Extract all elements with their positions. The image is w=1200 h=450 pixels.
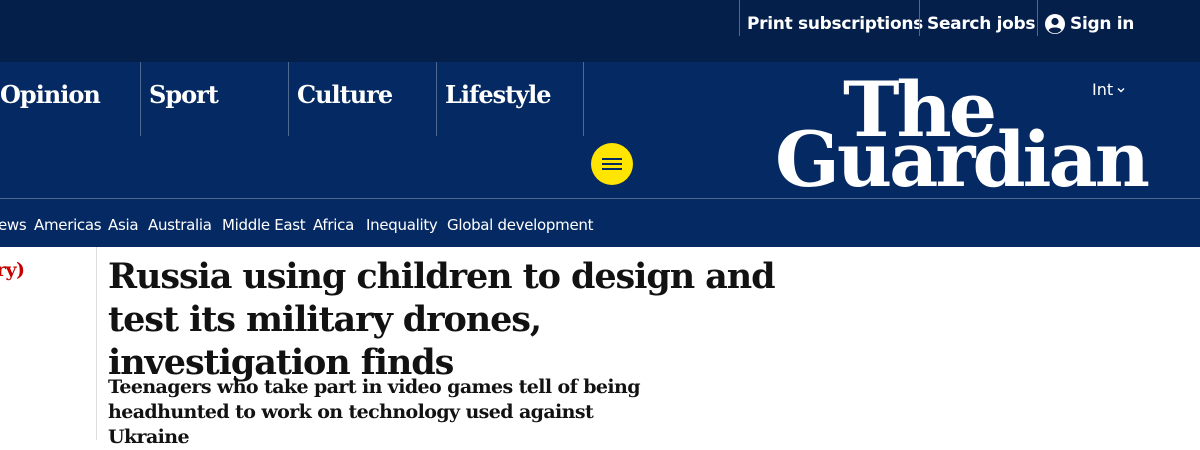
article-headline: Russia using children to design and test… <box>108 256 776 383</box>
utility-divider <box>1037 0 1038 36</box>
pillar-divider <box>583 62 584 136</box>
chevron-down-icon <box>1117 87 1125 92</box>
utility-divider <box>919 0 920 36</box>
pillar-lifestyle[interactable]: Lifestyle <box>436 62 585 136</box>
subnav-item-news[interactable]: ews <box>0 216 27 234</box>
article-header: ry) Russia using children to design and … <box>0 247 1200 448</box>
subnav-item-africa[interactable]: Africa <box>313 216 354 234</box>
sign-in-link[interactable]: Sign in <box>1045 0 1134 48</box>
pillar-culture[interactable]: Culture <box>288 62 437 136</box>
edition-selector[interactable]: Int <box>1092 80 1126 99</box>
pillar-label: Lifestyle <box>445 80 552 109</box>
section-label[interactable]: ry) <box>0 259 25 281</box>
search-jobs-link[interactable]: Search jobs <box>927 0 1036 48</box>
menu-button[interactable] <box>591 143 633 185</box>
pillar-opinion[interactable]: Opinion <box>0 62 138 136</box>
subnav-item-inequality[interactable]: Inequality <box>366 216 438 234</box>
edition-label: Int <box>1092 80 1114 99</box>
subnav-item-middle-east[interactable]: Middle East <box>222 216 306 234</box>
pillar-sport[interactable]: Sport <box>140 62 289 136</box>
sign-in-label: Sign in <box>1070 14 1135 34</box>
pillar-label: Culture <box>297 80 393 109</box>
subnav-item-americas[interactable]: Americas <box>34 216 102 234</box>
pillar-label: Sport <box>149 80 219 109</box>
article-standfirst: Teenagers who take part in video games t… <box>108 376 641 448</box>
user-circle-icon <box>1045 14 1065 34</box>
utility-divider <box>739 0 740 36</box>
subnav-item-global-development[interactable]: Global development <box>447 216 593 234</box>
sub-navigation: ews Americas Asia Australia Middle East … <box>0 199 1200 247</box>
print-subscriptions-link[interactable]: Print subscriptions <box>747 0 923 48</box>
column-divider <box>96 247 97 440</box>
top-utility-bar: Print subscriptions Search jobs Sign in <box>0 0 1200 62</box>
logo-line-guardian: Guardian <box>775 115 1150 204</box>
subnav-item-asia[interactable]: Asia <box>108 216 139 234</box>
pillar-label: Opinion <box>0 80 101 109</box>
subnav-item-australia[interactable]: Australia <box>148 216 212 234</box>
hamburger-icon <box>602 158 622 170</box>
